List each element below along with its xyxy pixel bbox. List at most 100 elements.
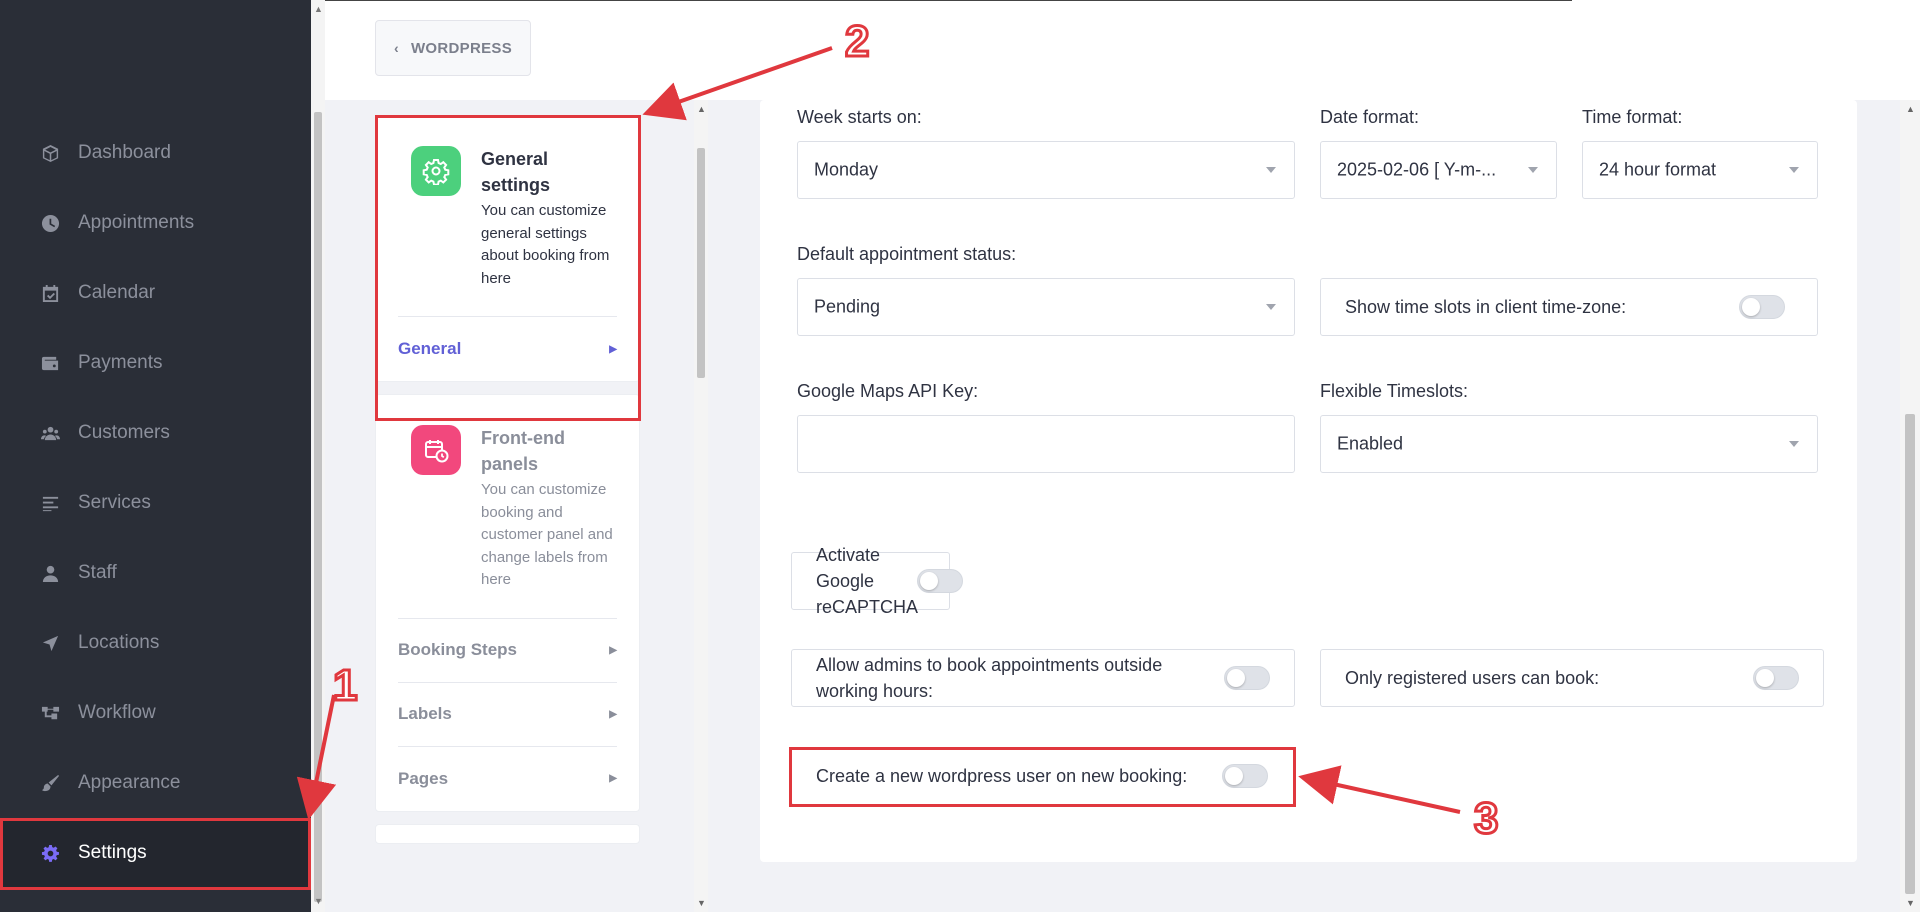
- gmaps-key-input[interactable]: [797, 415, 1295, 473]
- scroll-down-arrow-icon[interactable]: ▼: [1906, 898, 1915, 908]
- sidebar-item-label: Staff: [78, 562, 117, 583]
- menu-link-label: Pages: [398, 768, 449, 788]
- default-status-select[interactable]: Pending: [797, 278, 1295, 336]
- select-value: 2025-02-06 [ Y-m-...: [1337, 159, 1497, 180]
- page-scrollbar[interactable]: ▲ ▼: [1900, 100, 1920, 912]
- menu-link-booking-steps[interactable]: Booking Steps ▶: [398, 619, 617, 683]
- date-format-label: Date format:: [1320, 107, 1420, 127]
- sidebar-item-label: Appointments: [78, 212, 195, 233]
- admins-outside-hours-row: Allow admins to book appointments outsid…: [791, 649, 1295, 707]
- sidebar-item-label: Customers: [78, 422, 170, 443]
- menu-link-general[interactable]: General ▶: [398, 317, 617, 381]
- menu-link-labels[interactable]: Labels ▶: [398, 683, 617, 747]
- card-title: General settings: [481, 149, 551, 195]
- sidebar: Dashboard Appointments Calendar Payments…: [0, 0, 311, 912]
- sidebar-item-payments[interactable]: Payments: [0, 328, 311, 398]
- sidebar-item-label: Appearance: [78, 772, 181, 793]
- week-starts-select[interactable]: Monday: [797, 141, 1295, 199]
- sidebar-scrollbar[interactable]: ▲ ▼: [311, 0, 325, 912]
- general-settings-card[interactable]: General settings You can customize gener…: [375, 115, 640, 382]
- menu-link-pages[interactable]: Pages ▶: [398, 747, 617, 811]
- caret-right-icon: ▶: [609, 644, 617, 656]
- create-wp-user-toggle[interactable]: [1222, 764, 1268, 788]
- sidebar-item-calendar[interactable]: Calendar: [0, 258, 311, 328]
- sidebar-item-label: Workflow: [78, 702, 156, 723]
- recaptcha-toggle[interactable]: [917, 569, 963, 593]
- sidebar-item-dashboard[interactable]: Dashboard: [0, 118, 311, 188]
- date-format-select[interactable]: 2025-02-06 [ Y-m-...: [1320, 141, 1557, 199]
- gmaps-key-label: Google Maps API Key:: [797, 381, 979, 401]
- menu-scrollbar[interactable]: ▲ ▼: [694, 100, 708, 912]
- sidebar-item-customers[interactable]: Customers: [0, 398, 311, 468]
- scroll-up-arrow-icon[interactable]: ▲: [697, 104, 706, 114]
- toggle-knob: [920, 572, 938, 590]
- recaptcha-row: Activate Google reCAPTCHA: [791, 545, 963, 617]
- location-arrow-icon: [40, 633, 60, 653]
- toggle-label: Activate Google reCAPTCHA: [816, 545, 919, 617]
- card-title: Front-end panels: [481, 428, 565, 474]
- toggle-label: Create a new wordpress user on new booki…: [816, 766, 1188, 786]
- caret-down-icon: [1528, 167, 1538, 173]
- default-status-label: Default appointment status:: [797, 244, 1017, 264]
- sidebar-item-services[interactable]: Services: [0, 468, 311, 538]
- scroll-down-arrow-icon[interactable]: ▼: [314, 896, 323, 906]
- time-format-label: Time format:: [1582, 107, 1683, 127]
- scroll-up-arrow-icon[interactable]: ▲: [1906, 104, 1915, 114]
- client-timezone-toggle[interactable]: [1739, 295, 1785, 319]
- caret-down-icon: [1789, 441, 1799, 447]
- cube-icon: [40, 143, 60, 163]
- caret-down-icon: [1789, 167, 1799, 173]
- scroll-down-arrow-icon[interactable]: ▼: [697, 898, 706, 908]
- menu-link-label: Booking Steps: [398, 640, 518, 659]
- sidebar-item-label: Calendar: [78, 282, 156, 303]
- select-value: 24 hour format: [1599, 159, 1717, 180]
- users-icon: [40, 423, 60, 443]
- sidebar-nav: Dashboard Appointments Calendar Payments…: [0, 118, 311, 888]
- user-icon: [40, 563, 60, 583]
- time-format-select[interactable]: 24 hour format: [1582, 141, 1818, 199]
- scrollbar-thumb[interactable]: [1905, 414, 1915, 894]
- calendar-check-icon: [40, 283, 60, 303]
- toggle-knob: [1742, 298, 1760, 316]
- sidebar-item-workflow[interactable]: Workflow: [0, 678, 311, 748]
- flexible-timeslots-select[interactable]: Enabled: [1320, 415, 1818, 473]
- scrollbar-thumb[interactable]: [697, 148, 705, 378]
- header-divider: [325, 0, 1572, 1]
- back-button-label: WORDPRESS: [410, 39, 512, 57]
- caret-down-icon: [1266, 304, 1276, 310]
- toggle-label: Only registered users can book:: [1345, 668, 1600, 688]
- workflow-icon: [40, 703, 60, 723]
- select-value: Pending: [814, 296, 881, 317]
- caret-right-icon: ▶: [609, 708, 617, 720]
- annotation-number-1: 1: [333, 661, 357, 710]
- create-wp-user-row: Create a new wordpress user on new booki…: [791, 747, 1295, 805]
- brush-icon: [40, 773, 60, 793]
- sidebar-item-appointments[interactable]: Appointments: [0, 188, 311, 258]
- toggle-knob: [1227, 669, 1245, 687]
- scroll-up-arrow-icon[interactable]: ▲: [314, 4, 323, 14]
- sidebar-item-staff[interactable]: Staff: [0, 538, 311, 608]
- sidebar-item-label: Locations: [78, 632, 160, 653]
- top-header: [325, 0, 1920, 100]
- sidebar-item-settings[interactable]: Settings: [0, 818, 311, 888]
- menu-link-label: Labels: [398, 704, 452, 723]
- wallet-icon: [40, 353, 60, 373]
- card-description: You can customize general settings about…: [481, 202, 610, 287]
- sidebar-item-label: Settings: [78, 842, 147, 863]
- client-timezone-row: Show time slots in client time-zone:: [1320, 278, 1818, 336]
- sidebar-item-appearance[interactable]: Appearance: [0, 748, 311, 818]
- settings-menu: General settings You can customize gener…: [375, 115, 640, 856]
- admins-outside-hours-toggle[interactable]: [1224, 666, 1270, 690]
- only-registered-toggle[interactable]: [1753, 666, 1799, 690]
- card-description: You can customize booking and customer p…: [481, 481, 613, 588]
- back-to-wordpress-button[interactable]: ‹ WORDPRESS: [375, 20, 531, 76]
- toggle-label: Show time slots in client time-zone:: [1345, 297, 1627, 317]
- frontend-panels-card[interactable]: Front-end panels You can customize booki…: [375, 394, 640, 812]
- gear-icon: [411, 146, 461, 196]
- gear-icon: [40, 843, 60, 863]
- week-starts-label: Week starts on:: [797, 107, 922, 127]
- scrollbar-thumb[interactable]: [314, 112, 322, 902]
- caret-right-icon: ▶: [609, 773, 617, 784]
- sidebar-item-label: Services: [78, 492, 151, 513]
- sidebar-item-locations[interactable]: Locations: [0, 608, 311, 678]
